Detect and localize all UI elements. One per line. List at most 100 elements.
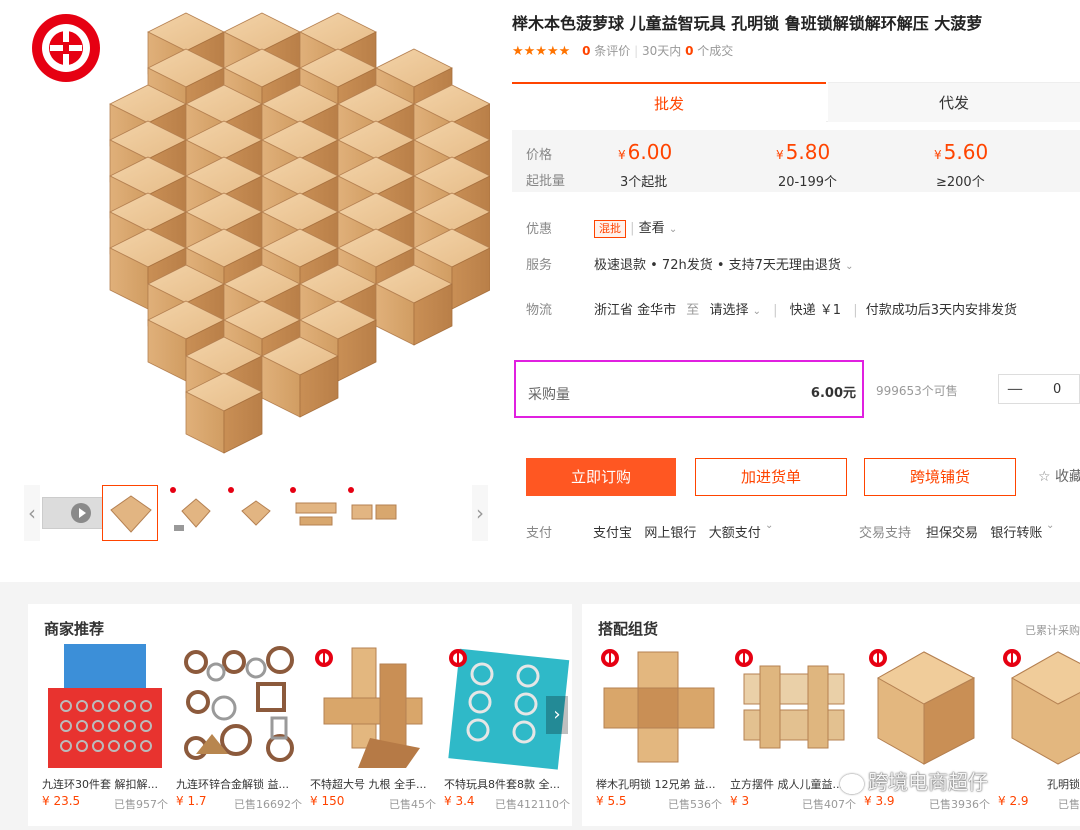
ship-from: 浙江省 金华市 <box>594 303 677 318</box>
product-card[interactable]: ¥ 3.9 已售3936个 <box>864 644 990 822</box>
thumb-next-chevron-icon[interactable]: › <box>472 485 488 541</box>
play-icon <box>71 503 91 523</box>
product-card[interactable]: 立方摆件 成人儿童益... ¥ 3 已售407个 <box>730 644 856 822</box>
add-to-cart-button[interactable]: 加进货单 <box>695 458 847 496</box>
review-label[interactable]: 条评价 <box>594 44 630 58</box>
product-card[interactable]: 孔明锁 ¥ 2.9 已售 <box>998 644 1080 822</box>
product-card[interactable]: 九连环30件套 解扣解... ¥ 23.5 已售957个 <box>42 644 168 822</box>
thumbnail-image <box>174 498 211 531</box>
thumb-prev-chevron-icon[interactable]: ‹ <box>24 485 40 541</box>
tier-3-range: ≥200个 <box>936 175 985 190</box>
product-sold: 已售407个 <box>802 798 856 811</box>
product-sold: 已售 <box>1058 798 1080 811</box>
quantity-input[interactable]: 0 <box>1053 382 1061 397</box>
product-card[interactable]: 榉木孔明锁 12兄弟 益... ¥ 5.5 已售536个 <box>596 644 722 822</box>
product-image <box>1003 649 1080 765</box>
brand-logo <box>32 14 100 82</box>
destination-select[interactable]: 请选择 <box>709 303 748 318</box>
bundle-panel: 搭配组货 已累计采购 榉木孔明锁 12兄弟 益... ¥ 5.5 已售536个 … <box>582 604 1080 826</box>
price-tiers: 价格 起批量 ¥6.00 3个起批 ¥5.80 20-199个 ¥5.60 ≥2… <box>512 130 1080 192</box>
stock-available: 999653个可售 <box>876 384 958 398</box>
merchant-title: 商家推荐 <box>44 620 105 638</box>
quantity-stepper: — 0 <box>998 374 1080 404</box>
thumbnail-strip: ‹ › <box>24 485 488 541</box>
thumbnail-5[interactable] <box>346 485 402 541</box>
tab-wholesale[interactable]: 批发 <box>512 82 826 122</box>
product-name: 孔明锁 <box>1047 778 1080 791</box>
moq-label: 起批量 <box>526 174 566 189</box>
product-title: 榉木本色菠萝球 儿童益智玩具 孔明锁 鲁班锁解锁解环解压 大菠萝 <box>512 14 983 33</box>
product-stats: ★★★★★ 0 条评价 | 30天内 0 个成交 <box>512 44 734 59</box>
chevron-down-icon[interactable]: ⌄ <box>1046 520 1054 531</box>
product-info: 榉木本色菠萝球 儿童益智玩具 孔明锁 鲁班锁解锁解环解压 大菠萝 ★★★★★ 0… <box>512 0 1080 570</box>
review-count: 0 <box>582 44 591 58</box>
product-sold: 已售3936个 <box>929 798 990 811</box>
product-sold: 已售957个 <box>114 798 168 811</box>
product-price: ¥ 3 <box>730 794 750 808</box>
thumbnail-3[interactable] <box>226 485 282 541</box>
product-price: ¥ 1.7 <box>176 794 207 808</box>
discount-view-link[interactable]: 查看 <box>639 221 665 236</box>
product-image <box>601 649 715 763</box>
product-name: 立方摆件 成人儿童益... <box>730 778 843 791</box>
qty-label: 采购量 <box>528 387 570 403</box>
product-image <box>869 649 976 765</box>
ship-note: 付款成功后3天内安排发货 <box>865 303 1018 318</box>
express-fee: 快递 ￥1 <box>789 303 842 318</box>
product-image <box>184 646 294 762</box>
watermark: 跨境电商超仔 <box>840 766 988 795</box>
product-name: 不特超大号 九根 全手... <box>310 778 427 791</box>
product-name: 榉木孔明锁 12兄弟 益... <box>596 778 716 791</box>
tier-3-price: ¥5.60 <box>934 140 989 164</box>
pay-label: 支付 <box>526 526 553 541</box>
tier-2-range: 20-199个 <box>778 175 838 190</box>
sold-30d-label: 30天内 <box>642 44 682 58</box>
logistics-label: 物流 <box>526 303 553 318</box>
product-price: ¥ 5.5 <box>596 794 627 808</box>
product-sold: 已售412110个 <box>495 798 570 811</box>
mode-tabs: 批发 代发 <box>512 82 1080 122</box>
product-price: ¥ 3.4 <box>444 794 475 808</box>
favorite-button[interactable]: ☆ 收藏 <box>1038 466 1080 486</box>
chevron-down-icon: ⌄ <box>845 261 854 272</box>
thumbnail-image <box>295 502 337 526</box>
product-sold: 已售16692个 <box>234 798 302 811</box>
chevron-down-icon[interactable]: ⌄ <box>765 520 773 531</box>
tab-dropship[interactable]: 代发 <box>828 82 1080 122</box>
product-image <box>48 644 162 768</box>
product-price: ¥ 150 <box>310 794 345 808</box>
tier-2-price: ¥5.80 <box>776 140 831 164</box>
support-label: 交易支持 <box>859 526 912 541</box>
thumbnail-image <box>241 500 271 526</box>
thumbnail-2[interactable] <box>168 485 224 541</box>
thumbnail-1[interactable] <box>102 485 158 541</box>
discount-label: 优惠 <box>526 222 553 237</box>
product-card[interactable]: 不特超大号 九根 全手... ¥ 150 已售45个 <box>310 644 436 822</box>
service-value[interactable]: 极速退款 • 72h发货 • 支持7天无理由退货 ⌄ <box>594 254 853 273</box>
to-label: 至 <box>686 303 700 318</box>
rating-stars-icon: ★★★★★ <box>512 44 571 59</box>
chevron-down-icon: ⌄ <box>752 306 761 317</box>
service-label: 服务 <box>526 258 553 273</box>
product-name: 不特玩具8件套8款 全... <box>444 778 560 791</box>
buy-now-button[interactable]: 立即订购 <box>526 458 676 496</box>
carousel-next-chevron-icon[interactable]: › <box>546 696 568 734</box>
minus-button[interactable]: — <box>1007 379 1023 398</box>
cross-border-button[interactable]: 跨境铺货 <box>864 458 1016 496</box>
wechat-icon <box>840 773 864 794</box>
thumbnail-4[interactable] <box>288 485 344 541</box>
product-price: ¥ 2.9 <box>998 794 1029 808</box>
qty-total: 6.00元 <box>810 386 856 401</box>
product-image <box>735 649 845 749</box>
tier-1-range: 3个起批 <box>620 175 668 190</box>
sold-30d-count: 0 <box>685 44 694 58</box>
merchant-recommend-panel: 商家推荐 九连环30件套 解扣解... ¥ 23.5 已售957个 九连环锌合金… <box>28 604 572 826</box>
thumbnail-image <box>110 495 152 533</box>
tier-1-price: ¥6.00 <box>618 140 673 164</box>
product-gallery: ‹ › <box>0 0 500 570</box>
price-label: 价格 <box>526 148 553 163</box>
logistics-value: 浙江省 金华市 至 请选择 ⌄ | 快递 ￥1 | 付款成功后3天内安排发货 <box>594 303 1018 318</box>
discount-value: 混批 | 查看 ⌄ <box>594 217 677 238</box>
product-card[interactable]: 九连环锌合金解锁 益... ¥ 1.7 已售16692个 <box>176 644 302 822</box>
product-name: 九连环锌合金解锁 益... <box>176 778 289 791</box>
